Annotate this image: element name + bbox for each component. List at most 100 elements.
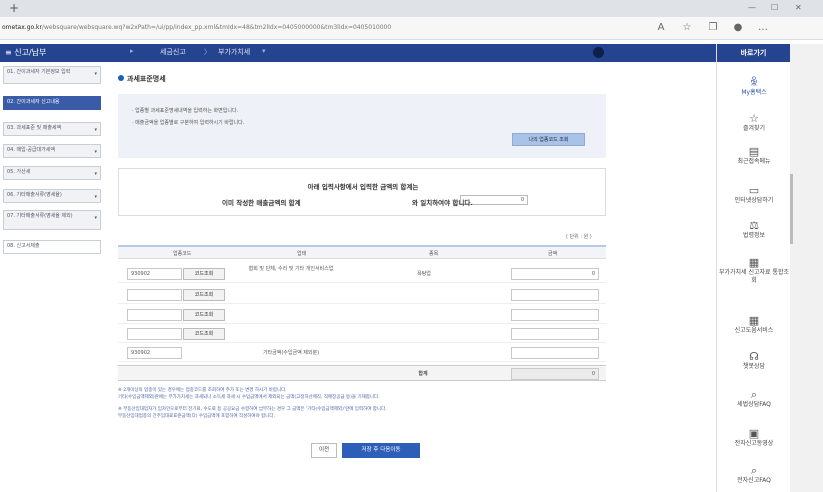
collections-icon[interactable]: ❐	[707, 22, 719, 34]
quick-menu: 바로가기 ꆜ My홈택스 ☆ 즐겨찾기 ▤ 최근접속메뉴 ▭ 인터넷상담하기 ⚖…	[716, 44, 790, 492]
address-bar[interactable]: ometax.go.kr/websquare/websquare.wq?w2xP…	[0, 17, 823, 40]
my-code-lookup-button[interactable]: 나의 업종코드 조회	[512, 133, 585, 146]
quick-item-vat-inquiry[interactable]: ▦ 부가가치세 신고자료 통합조회	[717, 256, 791, 285]
star-icon: ☆	[749, 112, 759, 125]
code-input[interactable]: 930902	[127, 268, 182, 280]
more-options-icon[interactable]: …	[757, 22, 769, 34]
person-icon: ꆜ	[749, 76, 759, 89]
read-aloud-icon[interactable]: A	[655, 22, 667, 34]
code-input[interactable]	[127, 328, 182, 340]
amount-input[interactable]: 0	[511, 268, 599, 280]
url-text[interactable]: ometax.go.kr/websquare/websquare.wq?w2xP…	[2, 24, 391, 31]
info-line: · 매출금액을 업종별로 구분하여 입력하시기 바랍니다.	[132, 120, 245, 126]
chevron-down-icon: ▾	[94, 215, 97, 221]
breadcrumb-tax-filing[interactable]: 세금신고	[160, 47, 186, 57]
code-lookup-button[interactable]: 코드조회	[183, 309, 225, 321]
col-amount: 금액	[548, 251, 558, 257]
code-input: 930902	[127, 347, 182, 359]
quick-menu-title: 바로가기	[717, 44, 790, 62]
total-row: 합계 0	[118, 365, 606, 381]
note-line: 기타(수입금액제외)란에는 부가가치세는 과세되나 소득세 과세 시 수입금액에…	[118, 395, 380, 400]
scales-icon: ⚖	[749, 219, 759, 232]
total-value: 0	[511, 368, 599, 380]
table-row: 930902 기타금액(수입금액 제외분)	[118, 345, 606, 362]
sum-line-1: 아래 입력사항에서 입력한 금액의 합계는	[307, 183, 419, 191]
monitor-icon: ▭	[748, 184, 760, 197]
quick-item-help[interactable]: ▦ 신고도움서비스	[717, 314, 791, 335]
sidebar-item-07[interactable]: 07. 기타매출서류(영세율 제외) ▾	[3, 210, 101, 230]
profile-icon[interactable]: ●	[732, 22, 744, 34]
item-text: 욕탕업	[417, 271, 431, 277]
sum-check-box: 아래 입력사항에서 입력한 금액의 합계는 이미 작성한 매출금액의 합계 0 …	[118, 168, 606, 216]
sidebar-item-05[interactable]: 05. 가산세 ▾	[3, 166, 101, 180]
play-icon: ▣	[748, 427, 760, 440]
chevron-down-icon: ▾	[94, 127, 97, 133]
scrollbar-thumb[interactable]	[790, 174, 793, 244]
sidebar-item-08[interactable]: 08. 신고서제출	[3, 240, 101, 254]
amount-input[interactable]	[511, 289, 599, 301]
maximize-icon[interactable]: ☐	[771, 3, 778, 12]
breadcrumb-vat[interactable]: 부가가치세	[218, 47, 250, 57]
sum-line-2-suffix: 와 일치하여야 합니다.	[412, 199, 473, 207]
crumb-arrow-icon: 〉	[204, 48, 211, 56]
headset-icon: ☊	[749, 350, 759, 363]
info-line: · 업종별 과세표준명세내역을 입력하는 화면입니다.	[132, 108, 239, 114]
chevron-down-icon: ▾	[94, 171, 97, 177]
amount-input[interactable]	[511, 328, 599, 340]
quick-item-favorites[interactable]: ☆ 즐겨찾기	[717, 112, 791, 133]
circle-icon[interactable]	[593, 47, 604, 58]
page-scrollbar[interactable]	[790, 44, 823, 492]
biz-type-text: 협회 및 단체, 수리 및 기타 개인서비스업	[248, 266, 334, 272]
quick-item-myhometax[interactable]: ꆜ My홈택스	[717, 76, 791, 97]
menu-title[interactable]: ≡ 신고/납부	[5, 47, 46, 58]
quick-item-recent[interactable]: ▤ 최근접속메뉴	[717, 145, 791, 166]
sidebar-item-02[interactable]: 02. 간이과세자 신고내용	[3, 96, 101, 110]
code-input[interactable]	[127, 289, 182, 301]
grid-icon: ▦	[748, 256, 760, 269]
code-input[interactable]	[127, 309, 182, 321]
search-icon: ⌕	[750, 388, 758, 401]
note-line: ※ 부동산임대업자가 임차인으로부터 전기료, 수도료 등 공공요금 수령하여 …	[118, 407, 387, 412]
quick-item-consult[interactable]: ▭ 인터넷상담하기	[717, 184, 791, 205]
close-icon[interactable]: ✕	[795, 3, 802, 12]
col-item: 종목	[429, 251, 439, 257]
amount-input[interactable]	[511, 309, 599, 321]
sidebar-item-06[interactable]: 06. 기타매출서류(영세율) ▾	[3, 189, 101, 203]
browser-tab-bar: + — ☐ ✕	[0, 0, 823, 17]
quick-item-chatbot[interactable]: ☊ 챗봇상담	[717, 350, 791, 371]
chevron-down-icon: ▾	[94, 149, 97, 155]
other-amount-label: 기타금액(수입금액 제외분)	[262, 350, 320, 356]
quick-item-efaq[interactable]: ⌕ 전자신고FAQ	[717, 464, 791, 485]
favorite-star-icon[interactable]: ☆	[681, 22, 693, 34]
grid-icon: ▦	[748, 314, 760, 327]
save-next-button[interactable]: 저장 후 다음이동	[342, 443, 420, 458]
clipboard-icon: ▤	[748, 145, 760, 158]
sidebar-item-03[interactable]: 03. 과세표준 및 매출세액 ▾	[3, 122, 101, 136]
code-lookup-button[interactable]: 코드조회	[183, 328, 225, 340]
code-lookup-button[interactable]: 코드조회	[183, 289, 225, 301]
new-tab-icon[interactable]: +	[9, 1, 19, 15]
chevron-down-icon: ▾	[94, 194, 97, 200]
note-line: 부동산임대업종의 간주임대료표준금액(다) 수입금액에 포함하여 작성하여야 합…	[118, 414, 275, 419]
search-icon: ⌕	[750, 464, 758, 477]
quick-item-faq[interactable]: ⌕ 세법상담FAQ	[717, 388, 791, 409]
sidebar-item-04[interactable]: 04. 매입·공급대가세액 ▾	[3, 144, 101, 158]
minimize-icon[interactable]: —	[748, 3, 756, 12]
prev-button[interactable]: 이전	[311, 443, 337, 458]
col-code: 업종코드	[173, 251, 192, 257]
quick-item-video[interactable]: ▣ 전자신고동영상	[717, 427, 791, 448]
quick-item-law[interactable]: ⚖ 법령정보	[717, 219, 791, 240]
crumb-dropdown-icon[interactable]: ▾	[262, 47, 266, 55]
bullet-icon	[118, 75, 124, 81]
code-lookup-button[interactable]: 코드조회	[183, 268, 225, 280]
site-top-nav: ≡ 신고/납부 ▸ 세금신고 〉 부가가치세 ▾	[0, 44, 716, 62]
sidebar-item-01[interactable]: 01. 간이과세자 기본정보 입력 ▾	[3, 66, 101, 84]
col-biz: 업태	[297, 251, 307, 257]
page-title: 과세표준명세	[118, 74, 166, 84]
amount-input[interactable]	[511, 347, 599, 359]
table-header: 업종코드 업태 종목 금액	[118, 247, 606, 259]
unit-label: ( 단위 : 원 )	[566, 234, 592, 240]
sum-line-2-prefix: 이미 작성한 매출금액의 합계	[222, 199, 301, 207]
table-row: 930902 코드조회 협회 및 단체, 수리 및 기타 개인서비스업 욕탕업 …	[118, 266, 606, 283]
chevron-down-icon: ▾	[94, 71, 97, 77]
